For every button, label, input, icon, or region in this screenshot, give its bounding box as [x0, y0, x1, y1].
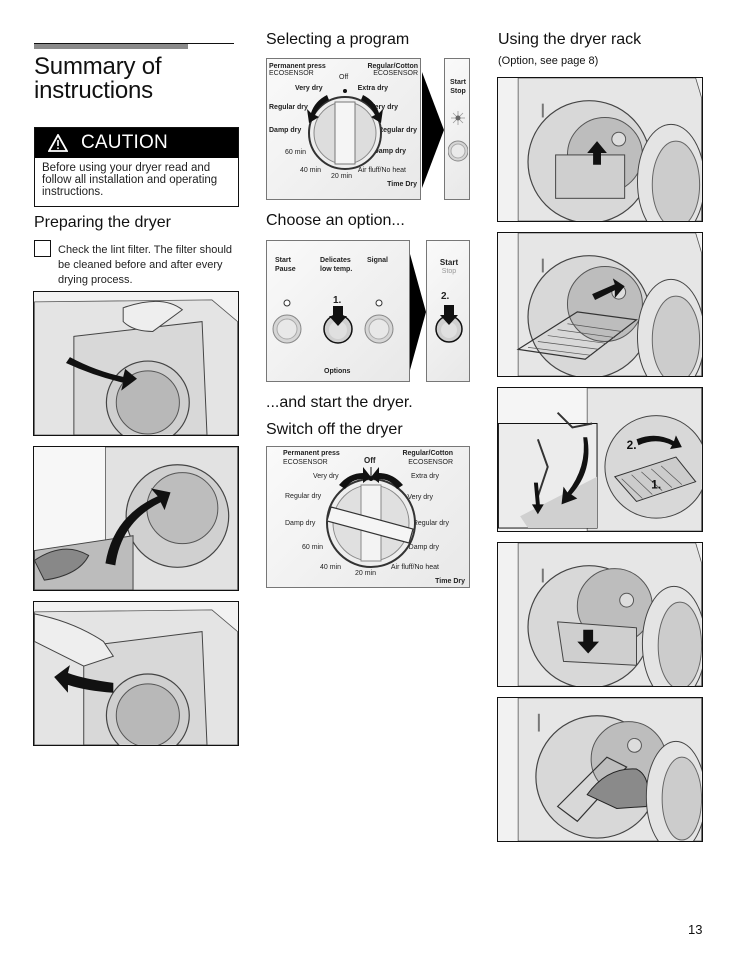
selecting-heading: Selecting a program: [266, 31, 410, 48]
hook-rack-illustration: 2. 1.: [497, 387, 703, 532]
dial-label-off: Off: [339, 74, 349, 81]
dial2-time-dry: Time Dry: [435, 578, 465, 585]
slide-rack-illustration: [497, 232, 703, 377]
switch-off-dial-panel: Permanent press ECOSENSOR Regular/Cotton…: [266, 446, 470, 588]
warning-triangle-icon: [35, 134, 81, 152]
checklist-checkbox[interactable]: [34, 240, 51, 257]
switch-off-dial-knob[interactable]: [323, 467, 419, 571]
program-dial-knob[interactable]: [307, 83, 387, 177]
caution-text: Before using your dryer read and follow …: [42, 162, 218, 198]
dial2-left-regular-dry: Regular dry: [285, 493, 322, 500]
caution-header: CAUTION: [35, 128, 238, 158]
option-start-line2: Pause: [275, 266, 296, 273]
stop-label: Stop: [450, 88, 466, 95]
signal-button[interactable]: [364, 299, 394, 344]
start-stop-button[interactable]: [448, 109, 468, 173]
program-dial-panel: Permanent press ECOSENSOR Regular/Cotton…: [266, 58, 421, 200]
header-accent-bar: [34, 44, 188, 49]
dial-label-ecosensor-left: ECOSENSOR: [269, 70, 314, 77]
start-panel-step2: Start Stop 2.: [426, 240, 470, 382]
close-door-illustration: [33, 601, 239, 746]
dial-label-time-dry: Time Dry: [387, 181, 417, 188]
basket-illustration: [497, 542, 703, 687]
shoes-on-rack-illustration: [497, 697, 703, 842]
inset-step-1: 1.: [651, 478, 661, 492]
start-label: Start: [450, 79, 466, 86]
options-footer-label: Options: [324, 368, 351, 375]
start-label-bold: Start: [439, 258, 459, 267]
caution-label: CAUTION: [81, 132, 168, 153]
options-panel: Start Pause Delicates low temp. Signal 1…: [266, 240, 410, 382]
options-heading: Choose an option...: [266, 212, 405, 229]
dial2-60min: 60 min: [302, 544, 324, 551]
arrow-right-icon: [422, 72, 444, 188]
title-line-1: Summary of: [34, 53, 162, 80]
arrow-right-icon: [410, 254, 426, 370]
preparing-heading: Preparing the dryer: [34, 214, 171, 231]
dial2-left-damp-dry: Damp dry: [285, 520, 316, 527]
start-heading: ...and start the dryer.: [266, 394, 413, 411]
insert-rack-illustration: [497, 77, 703, 222]
option-step-2: 2.: [441, 291, 450, 302]
delicates-button[interactable]: [323, 306, 353, 344]
stop-label-grey: Stop: [441, 268, 457, 275]
dial2-ecosensor-left: ECOSENSOR: [283, 459, 328, 466]
start-button[interactable]: [433, 303, 465, 351]
rack-subheading: (Option, see page 8): [498, 55, 599, 67]
dial2-permanent-press: Permanent press: [283, 450, 340, 457]
open-door-illustration: [33, 291, 239, 436]
caution-box: CAUTION Before using your dryer read and…: [34, 127, 239, 207]
load-laundry-illustration: [33, 446, 239, 591]
start-pause-button[interactable]: [272, 299, 302, 344]
dial-label-left-regular-dry: Regular dry: [269, 104, 308, 111]
dial2-ecosensor-right: ECOSENSOR: [408, 459, 453, 466]
title-line-2: instructions: [34, 77, 153, 104]
dial-label-left-damp-dry: Damp dry: [269, 127, 302, 134]
page-number: 13: [688, 922, 703, 937]
inset-step-2: 2.: [627, 438, 637, 452]
dial2-regular-cotton: Regular/Cotton: [402, 450, 453, 457]
dial2-20min: 20 min: [355, 570, 377, 577]
option-start-line1: Start: [275, 257, 291, 264]
rack-heading: Using the dryer rack: [498, 31, 642, 48]
start-stop-panel: Start Stop: [444, 58, 470, 200]
dial-label-ecosensor-right: ECOSENSOR: [373, 70, 418, 77]
option-delicates-line1: Delicates: [320, 257, 351, 264]
switch-off-heading: Switch off the dryer: [266, 421, 403, 438]
checklist-text: Check the lint filter. The filter should…: [58, 244, 233, 286]
dial2-off: Off: [364, 456, 376, 465]
page-title: Summary of instructions: [34, 53, 162, 104]
option-signal-label: Signal: [367, 257, 389, 264]
option-delicates-line2: low temp.: [320, 266, 353, 273]
dial-label-60min: 60 min: [285, 149, 307, 156]
